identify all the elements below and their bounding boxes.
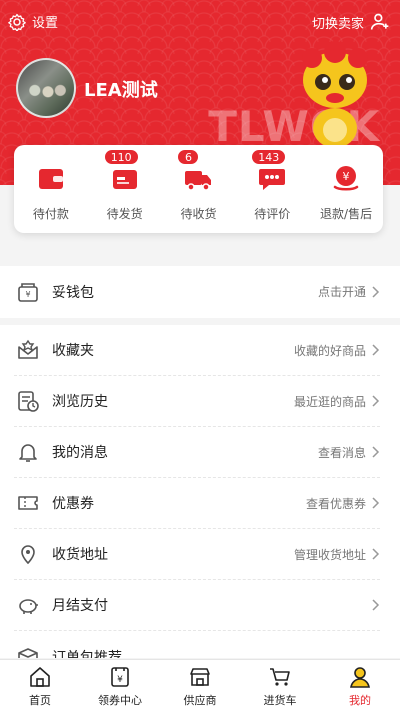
truck-icon [185,170,212,191]
tab-label: 领券中心 [98,694,142,707]
menu-hint: 收藏的好商品 [293,343,366,358]
menu-item-address[interactable]: 收货地址 管理收货地址 [14,529,380,580]
username: LEA测试 [84,80,158,101]
bottom-tab-bar: 首页 ¥ 领券中心 供应商 进货车 我的 [0,659,400,711]
order-label: 退款/售后 [320,206,373,221]
tab-label: 供应商 [183,694,217,707]
menu-item-wallet[interactable]: ¥ 妥钱包 点击开通 [14,266,380,317]
piggy-bank-icon [19,599,38,614]
chevron-right-icon [372,395,380,407]
order-status-card: 待付款 110 待发货 6 待收货 143 待评价 ¥ 退款/售后 [14,145,383,233]
order-label: 待付款 [32,206,69,221]
menu-hint: 查看消息 [317,445,366,460]
svg-text:¥: ¥ [343,170,350,183]
menu-label: 收藏夹 [52,343,94,359]
chevron-right-icon [372,344,380,356]
coupon-icon [18,496,38,510]
menu-list: 收藏夹 收藏的好商品 浏览历史 最近逛的商品 我的消息 查看消息 优惠券 查看优… [0,325,400,658]
user-icon [350,667,370,688]
switch-seller-label: 切换卖家 [311,16,364,32]
menu-label: 优惠券 [52,496,94,512]
bell-icon [19,444,37,462]
order-pending-receipt[interactable]: 6 待收货 [163,148,233,222]
menu-item-coupons[interactable]: 优惠券 查看优惠券 [14,478,380,529]
gear-icon [8,13,26,31]
menu-item-monthly-pay[interactable]: 月结支付 [14,580,380,631]
tab-home[interactable]: 首页 [0,660,80,711]
menu-item-package[interactable]: 订单包推荐 [14,631,380,658]
switch-user-icon [370,13,389,30]
badge-count: 6 [177,148,200,165]
order-label: 待评价 [254,206,291,221]
wallet-icon [38,168,63,189]
location-icon [21,545,35,565]
menu-label: 收货地址 [52,547,108,563]
chevron-right-icon [372,599,380,611]
menu-item-history[interactable]: 浏览历史 最近逛的商品 [14,376,380,427]
menu-label: 订单包推荐 [52,649,122,659]
badge-count: 110 [103,148,139,165]
settings-label: 设置 [32,16,59,31]
chevron-right-icon [372,285,380,298]
menu-hint: 查看优惠券 [305,496,366,511]
tab-label: 进货车 [263,694,297,707]
switch-seller-button[interactable]: 切换卖家 [312,12,390,32]
chevron-right-icon [372,446,380,458]
avatar[interactable] [16,58,76,118]
mascot-illustration [302,41,368,148]
menu-label: 妥钱包 [52,284,94,301]
card-icon [112,169,137,189]
refund-icon: ¥ [333,165,359,190]
wallet-section: ¥ 妥钱包 点击开通 [0,266,400,318]
chat-icon [259,168,286,190]
store-icon [190,668,210,686]
tab-label: 我的 [349,694,371,707]
order-label: 待发货 [106,206,143,221]
cart-icon [270,668,290,686]
menu-label: 我的消息 [52,445,108,461]
menu-item-messages[interactable]: 我的消息 查看消息 [14,427,380,478]
svg-text:¥: ¥ [117,675,123,685]
settings-button[interactable]: 设置 [8,12,58,31]
menu-hint: 点击开通 [317,285,366,299]
menu-item-favorites[interactable]: 收藏夹 收藏的好商品 [14,325,380,376]
order-pending-review[interactable]: 143 待评价 [237,148,307,222]
tab-suppliers[interactable]: 供应商 [160,660,240,711]
order-label: 待收货 [180,206,217,221]
wallet-outline-icon: ¥ [18,282,38,302]
tab-coupon-center[interactable]: ¥ 领券中心 [80,660,160,711]
history-icon [18,391,39,412]
package-icon [18,647,38,658]
order-pending-payment[interactable]: 待付款 [16,157,86,222]
tab-label: 首页 [29,694,51,707]
menu-label: 月结支付 [52,598,108,614]
svg-text:¥: ¥ [25,290,30,299]
favorites-icon [18,339,38,359]
home-icon [30,667,50,687]
tab-cart[interactable]: 进货车 [240,660,320,711]
order-pending-shipment[interactable]: 110 待发货 [90,148,160,222]
tab-mine[interactable]: 我的 [320,660,400,711]
menu-hint: 最近逛的商品 [293,394,366,409]
chevron-right-icon [372,548,380,560]
badge-count: 143 [251,148,287,165]
order-refund[interactable]: ¥ 退款/售后 [311,157,381,222]
menu-hint: 管理收货地址 [293,547,366,562]
coupon-center-icon: ¥ [111,667,129,687]
chevron-right-icon [372,497,380,509]
menu-label: 浏览历史 [52,394,108,410]
